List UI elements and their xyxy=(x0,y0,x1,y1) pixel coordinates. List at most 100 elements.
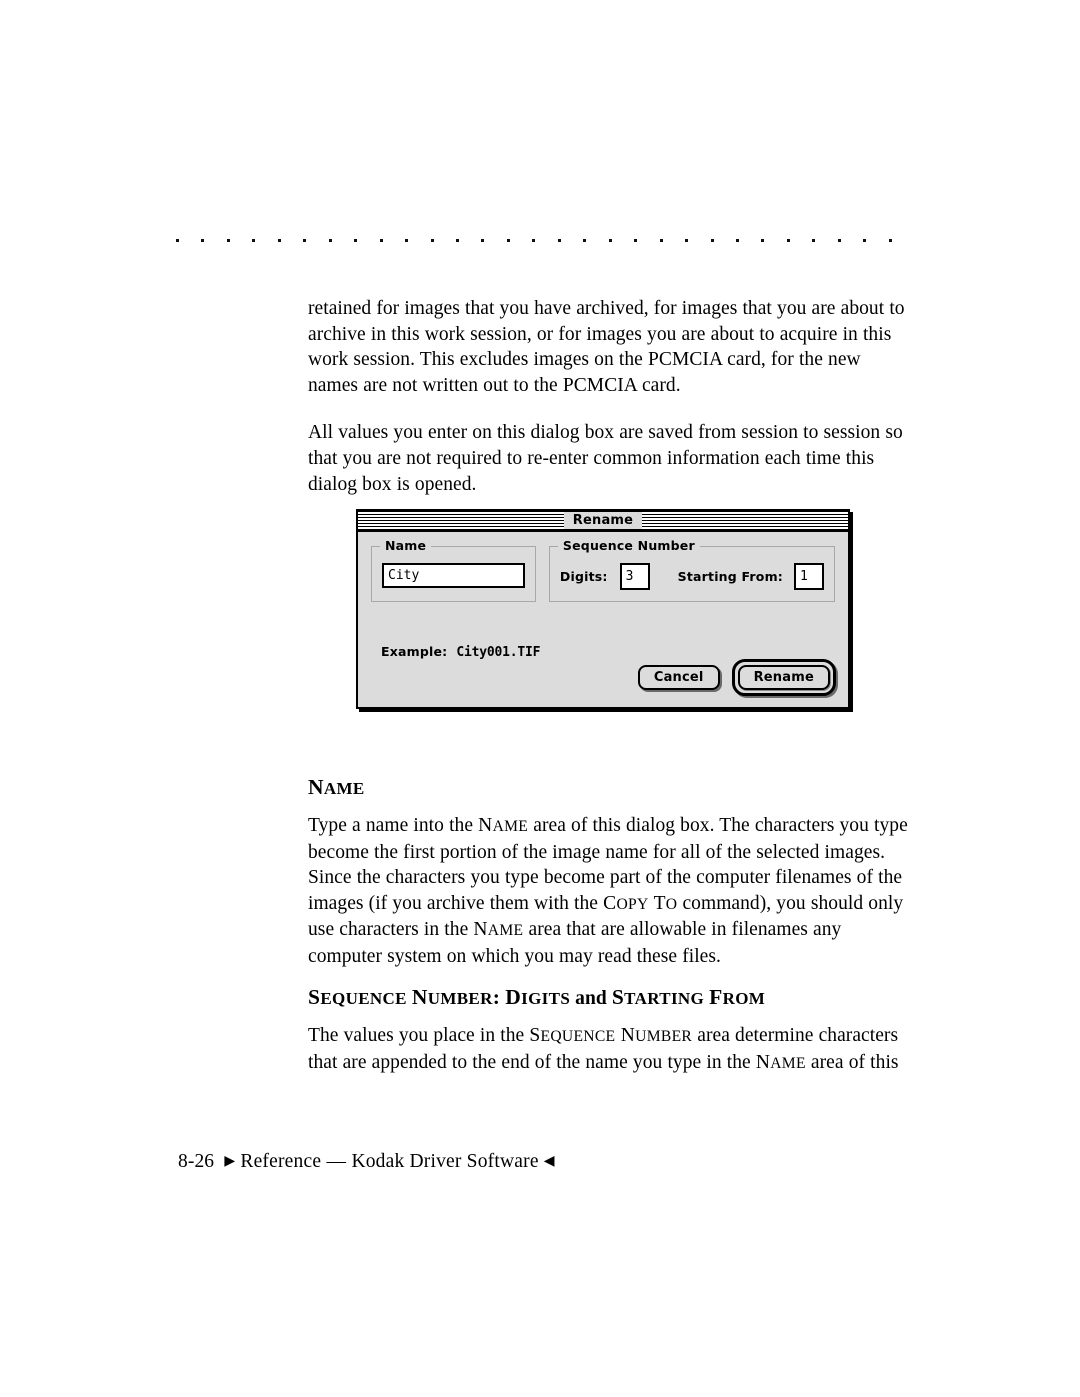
rename-dialog: Rename Name City Sequence Number Digits: xyxy=(356,509,850,709)
starting-from-input[interactable]: 1 xyxy=(794,563,824,590)
dialog-title: Rename xyxy=(563,512,643,529)
footer-product-name: Kodak Driver Software xyxy=(351,1151,539,1172)
sequence-number-group-label: Sequence Number xyxy=(557,538,700,553)
smallcaps-copy-to: COPY TO xyxy=(603,892,678,914)
text-run: The values you place in the xyxy=(308,1025,530,1046)
intro-text-block: retained for images that you have archiv… xyxy=(308,296,908,519)
triangle-left-icon: ◀ xyxy=(543,1154,555,1169)
rule-dot xyxy=(481,238,485,242)
text-run: O xyxy=(665,895,678,913)
rule-dot xyxy=(277,238,281,242)
text-run: N xyxy=(615,1025,636,1046)
rule-dot xyxy=(532,238,536,242)
text-run: and xyxy=(575,988,607,1009)
example-label: Example: xyxy=(381,644,448,659)
name-group-box: Name City xyxy=(371,538,536,602)
rule-dot xyxy=(430,238,434,242)
rename-button[interactable]: Rename xyxy=(737,665,830,690)
heading-sequence-number: SEQUENCE NUMBER: DIGITS and STARTING FRO… xyxy=(308,986,908,1010)
text-run: D xyxy=(505,985,522,1009)
digits-input[interactable]: 3 xyxy=(619,563,650,590)
rule-dot xyxy=(455,238,459,242)
text-run: AME xyxy=(770,1054,806,1072)
text-run: AME xyxy=(492,818,529,835)
text-run: F xyxy=(709,985,723,1009)
text-run: EQUENCE xyxy=(540,1028,616,1045)
dialog-content: Name City Sequence Number Digits: 3 Star… xyxy=(358,532,848,707)
heading-name: NAME xyxy=(308,776,908,800)
text-run: N xyxy=(411,985,428,1009)
rule-dot xyxy=(583,238,587,242)
text-run: S xyxy=(611,985,625,1009)
footer-dash: — xyxy=(326,1151,347,1172)
rule-dot xyxy=(608,238,612,242)
text-run: ROM xyxy=(722,989,766,1008)
smallcaps-name-2: NAME xyxy=(473,919,524,941)
text-run: T xyxy=(648,892,666,914)
rule-dot xyxy=(659,238,663,242)
text-run: N xyxy=(478,815,493,836)
rule-dot xyxy=(761,238,765,242)
smallcaps-sequence-number: SEQUENCE NUMBER xyxy=(529,1025,693,1046)
rule-dot xyxy=(328,238,332,242)
sequence-number-section: SEQUENCE NUMBER: DIGITS and STARTING FRO… xyxy=(308,986,908,1098)
paragraph-sequence-body: The values you place in the SEQUENCE NUM… xyxy=(308,1023,908,1076)
text-run: TARTING xyxy=(624,989,705,1008)
footer-section-label: Reference xyxy=(240,1151,322,1172)
rule-dot xyxy=(303,238,307,242)
text-run: UMBER xyxy=(427,989,493,1008)
text-run: Type a name into the xyxy=(308,815,479,836)
rule-dot xyxy=(863,238,867,242)
starting-from-label: Starting From: xyxy=(677,568,783,584)
rule-dot xyxy=(837,238,841,242)
dialog-titlebar[interactable]: Rename xyxy=(358,511,848,532)
text-run: EQUENCE xyxy=(320,989,407,1008)
example-value: City001.TIF xyxy=(456,645,541,660)
rule-dot xyxy=(405,238,409,242)
text-run: N xyxy=(473,919,488,941)
dialog-group-row: Name City Sequence Number Digits: 3 Star… xyxy=(371,538,835,602)
rule-dot xyxy=(226,238,230,242)
name-input[interactable]: City xyxy=(382,563,525,588)
name-section: NAME Type a name into the NAME area of t… xyxy=(308,776,908,992)
text-run: S xyxy=(308,985,321,1009)
rule-dot xyxy=(710,238,714,242)
sequence-fields-row: Digits: 3 Starting From: 1 xyxy=(560,563,824,590)
paragraph-all-values: All values you enter on this dialog box … xyxy=(308,422,903,495)
rule-dot xyxy=(379,238,383,242)
rule-dot xyxy=(354,238,358,242)
triangle-right-icon: ▶ xyxy=(224,1154,236,1169)
document-page: retained for images that you have archiv… xyxy=(0,0,1080,1397)
rule-dot xyxy=(506,238,510,242)
rule-dot xyxy=(252,238,256,242)
heading-name-small: AME xyxy=(323,779,365,798)
sequence-number-group-box: Sequence Number Digits: 3 Starting From:… xyxy=(548,538,835,602)
paragraph-name-body: Type a name into the NAME area of this d… xyxy=(308,813,908,970)
paragraph-retained: retained for images that you have archiv… xyxy=(308,298,905,396)
page-footer: 8-26 ▶ Reference — Kodak Driver Software… xyxy=(178,1149,555,1175)
text-run: C xyxy=(603,892,617,914)
rule-dot xyxy=(634,238,638,242)
smallcaps-name-3: NAME xyxy=(755,1051,806,1073)
text-run: area of this xyxy=(805,1051,899,1073)
text-run: S xyxy=(529,1025,541,1046)
text-run: IGITS xyxy=(521,989,571,1008)
rule-dot xyxy=(812,238,816,242)
default-button-ring: Rename xyxy=(731,659,836,696)
rule-dot xyxy=(735,238,739,242)
heading-name-cap: N xyxy=(308,775,324,799)
smallcaps-name: NAME xyxy=(478,815,529,836)
rule-dot xyxy=(201,238,205,242)
text-run: OPY xyxy=(616,895,649,913)
dialog-button-row: Cancel Rename xyxy=(637,659,836,696)
rule-dot xyxy=(888,238,892,242)
dotted-rule-decoration xyxy=(176,238,892,242)
text-run: N xyxy=(755,1051,771,1073)
text-run: UMBER xyxy=(635,1028,693,1045)
cancel-button[interactable]: Cancel xyxy=(637,665,720,690)
example-line: Example: City001.TIF xyxy=(381,644,540,660)
text-run: AME xyxy=(487,922,524,940)
rule-dot xyxy=(176,238,179,242)
name-group-label: Name xyxy=(380,538,432,553)
footer-page-number: 8-26 xyxy=(178,1151,215,1172)
